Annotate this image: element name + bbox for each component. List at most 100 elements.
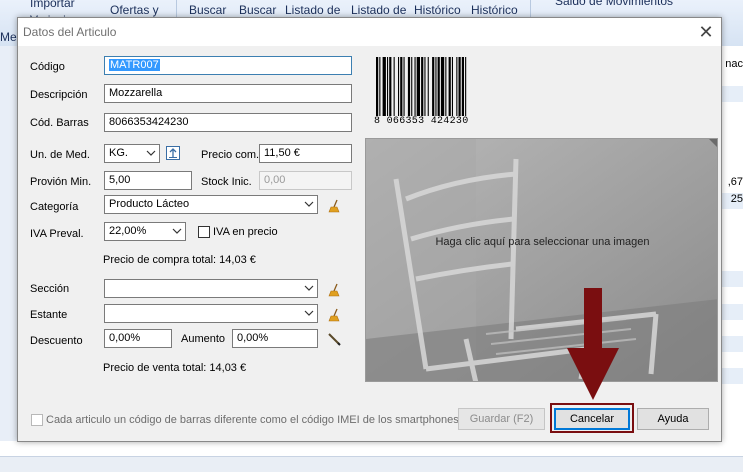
barcode-bar [424, 57, 426, 121]
iva-preval-value: 22,00% [109, 225, 147, 237]
toolbar-item-historico-2[interactable]: Histórico [471, 3, 518, 17]
provision-min-label: Provión Min. [30, 176, 92, 188]
provision-min-input[interactable]: 5,00 [104, 171, 192, 190]
stock-inic-input[interactable]: 0,00 [259, 171, 352, 190]
descuento-label: Descuento [30, 335, 83, 347]
codigo-input[interactable]: MATR007 [104, 56, 352, 75]
descripcion-input[interactable]: Mozzarella [104, 84, 352, 103]
iva-preval-select[interactable]: 22,00% [104, 222, 186, 241]
barcode-bar [427, 57, 429, 121]
barcode-bar [376, 57, 379, 121]
precio-compra-total: Precio de compra total: 14,03 € [103, 254, 256, 266]
grid-cell [721, 86, 743, 102]
barcode-bar [414, 57, 416, 121]
grid-cell [721, 336, 743, 352]
codigo-label: Código [30, 61, 65, 73]
barcode-bar [458, 57, 461, 121]
precio-com-input[interactable]: 11,50 € [259, 144, 352, 163]
barcode-bar [400, 57, 403, 121]
annotation-highlight [550, 403, 634, 433]
broom-icon[interactable] [328, 199, 342, 213]
barcode-bar [411, 57, 413, 121]
imei-label: Cada articulo un código de barras difere… [46, 414, 459, 426]
un-med-label: Un. de Med. [30, 149, 90, 161]
iva-en-precio-checkbox[interactable] [198, 226, 210, 238]
toolbar-item-listado-1[interactable]: Listado de [285, 3, 340, 17]
pencil-icon[interactable] [327, 332, 341, 346]
chevron-down-icon [304, 201, 314, 207]
categoria-select[interactable]: Producto Lácteo [104, 195, 318, 214]
image-hint: Haga clic aquí para seleccionar una imag… [435, 236, 650, 248]
toolbar-item-listado-2[interactable]: Listado de [351, 3, 406, 17]
iva-preval-label: IVA Preval. [30, 228, 84, 240]
barcode-bar [445, 57, 447, 121]
un-med-value: KG. [109, 147, 128, 159]
barcode-bar [379, 57, 381, 121]
chevron-down-icon [172, 228, 182, 234]
aumento-input[interactable]: 0,00% [232, 329, 318, 348]
toolbar-item-historico-1[interactable]: Histórico [414, 3, 461, 17]
toolbar-item-ofertas[interactable]: Ofertas y [110, 3, 159, 17]
close-icon[interactable]: ✕ [695, 21, 717, 43]
toolbar-item-saldo[interactable]: Saldo de Movimientos [555, 0, 673, 8]
background-left-panel [0, 46, 17, 441]
barcode-digits: 8 066353 424230 [374, 116, 486, 127]
barcode-bar [407, 57, 411, 121]
grid-cell: ,67 [727, 176, 743, 188]
barcode-bar [393, 57, 395, 121]
categoria-label: Categoría [30, 201, 79, 213]
dialog-title: Datos del Articulo [23, 25, 117, 39]
precio-com-label: Precio com. [201, 149, 260, 161]
iva-en-precio-label: IVA en precio [213, 226, 278, 238]
cod-barras-input[interactable]: 8066353424230 [104, 113, 352, 132]
arrow-down-icon [567, 288, 619, 400]
barcode-bar [398, 57, 400, 121]
grid-cell: nac [725, 58, 743, 70]
barcode-bar [440, 57, 445, 121]
chevron-down-icon [304, 310, 314, 316]
background-scrollbar[interactable] [0, 456, 743, 472]
broom-icon[interactable] [328, 308, 342, 322]
background-grid-column: nac ,67 25 [721, 46, 743, 471]
toolbar-item-buscar-1[interactable]: Buscar [189, 3, 226, 17]
barcode-bar [389, 57, 392, 121]
chair-photo [366, 139, 717, 381]
item-dialog: Datos del Articulo ✕ Código MATR007 Desc… [17, 17, 722, 442]
sidebar-label: Me [0, 30, 17, 44]
dialog-title-bar[interactable]: Datos del Articulo ✕ [18, 18, 721, 46]
cod-barras-label: Cód. Barras [30, 117, 89, 129]
barcode-bar [448, 57, 451, 121]
chevron-down-icon [146, 150, 156, 156]
barcode-bar [437, 57, 440, 121]
upload-icon[interactable] [166, 146, 180, 160]
broom-icon[interactable] [328, 283, 342, 297]
barcode-bar [382, 57, 386, 121]
barcode-bar [432, 57, 435, 121]
codigo-value: MATR007 [109, 59, 160, 71]
imei-checkbox[interactable] [31, 414, 43, 426]
seccion-select[interactable] [104, 279, 318, 298]
grid-cell [721, 271, 743, 287]
toolbar-item-buscar-2[interactable]: Buscar [239, 3, 276, 17]
image-picker[interactable]: Haga clic aquí para seleccionar una imag… [365, 138, 718, 382]
estante-select[interactable] [104, 304, 318, 323]
seccion-label: Sección [30, 283, 70, 295]
barcode-bar [456, 57, 458, 121]
aumento-label: Aumento [181, 333, 226, 345]
precio-venta-total: Precio de venta total: 14,03 € [103, 362, 247, 374]
barcode-bar [416, 57, 420, 121]
toolbar-item-importar[interactable]: Importar [30, 0, 75, 10]
grid-cell: 25 [721, 193, 743, 209]
barcode-bar [465, 57, 467, 121]
un-med-select[interactable]: KG. [104, 144, 160, 163]
categoria-value: Producto Lácteo [109, 198, 190, 210]
barcode-bar [403, 57, 405, 121]
barcode-bar [421, 57, 424, 121]
guardar-button[interactable]: Guardar (F2) [458, 408, 545, 430]
stock-inic-label: Stock Inic. [201, 176, 252, 188]
ayuda-button[interactable]: Ayuda [637, 408, 709, 430]
estante-label: Estante [30, 309, 68, 321]
grid-cell [721, 368, 743, 384]
descuento-input[interactable]: 0,00% [104, 329, 172, 348]
barcode-bar [451, 57, 453, 121]
